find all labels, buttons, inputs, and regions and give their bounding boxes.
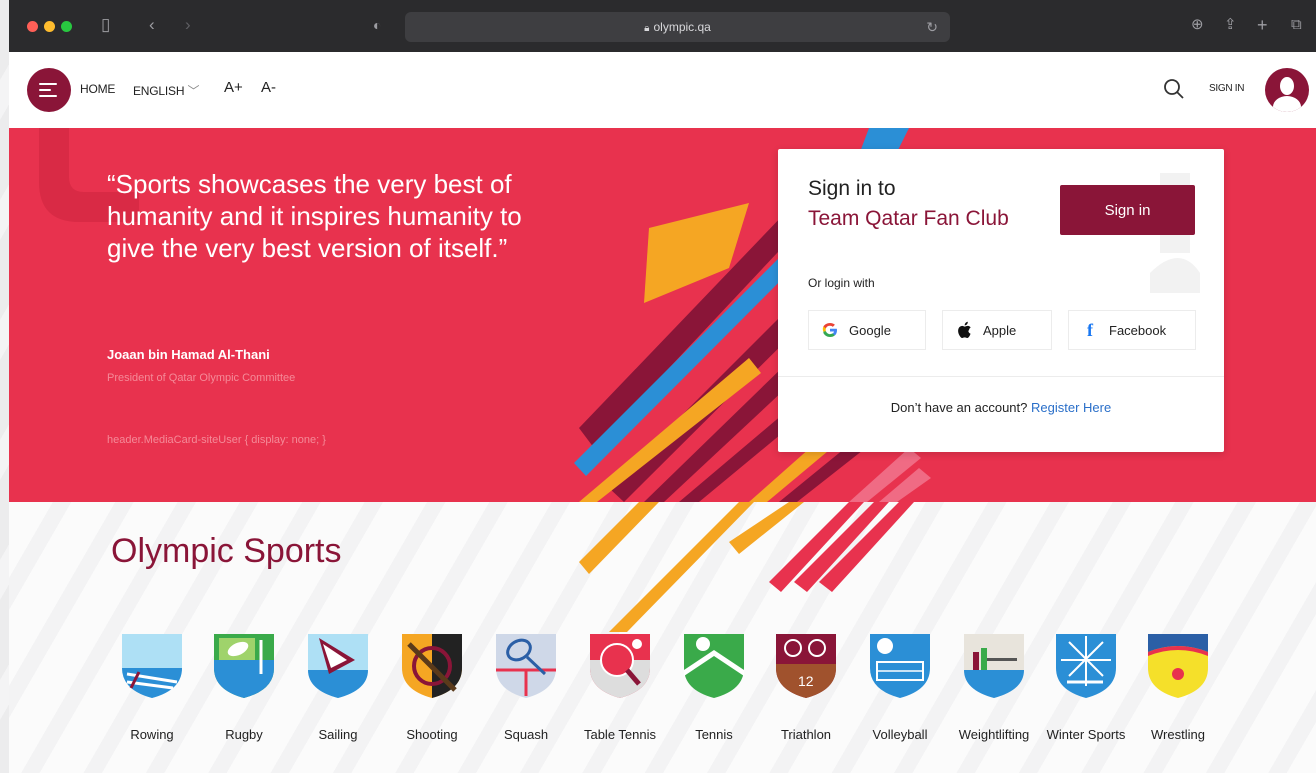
table-tennis-icon [590,634,650,698]
wrestling-icon [1148,634,1208,698]
sport-item-sailing[interactable]: Sailing [293,630,383,746]
sign-in-card: Sign in to Team Qatar Fan Club Sign in O… [778,149,1224,452]
sport-label: Volleyball [872,727,928,742]
triathlon-icon: 12 [776,634,836,698]
sport-label: Rugby [225,727,263,742]
no-account-text: Don’t have an account? [890,400,1028,415]
avatar[interactable] [1265,68,1309,112]
tennis-icon [684,634,744,698]
card-title-line1: Sign in to [808,177,896,200]
facebook-login-button[interactable]: f Facebook [1068,310,1196,350]
close-window-button[interactable] [27,21,38,32]
sport-item-tennis[interactable]: Tennis [669,630,759,746]
privacy-shield-icon[interactable]: ◐ [373,14,381,36]
facebook-label: Facebook [1109,322,1167,338]
winter-sports-icon [1056,634,1116,698]
register-prompt: Don’t have an account? Register Here [778,400,1224,415]
sport-item-shooting[interactable]: Shooting [387,630,477,746]
sport-item-table-tennis[interactable]: Table Tennis [575,630,665,746]
sport-label: Wrestling [1151,727,1205,742]
language-selector[interactable]: ENGLISH ﹀ [133,82,199,99]
sport-item-rugby[interactable]: Rugby [199,630,289,746]
sport-item-rowing[interactable]: Rowing [107,630,197,746]
sport-label: Rowing [130,727,174,742]
language-label: ENGLISH [133,84,185,98]
chevron-down-icon: ﹀ [187,84,200,98]
sport-item-winter-sports[interactable]: Winter Sports [1041,630,1131,746]
sport-item-squash[interactable]: Squash [481,630,571,746]
sport-item-weightlifting[interactable]: Weightlifting [949,630,1039,746]
author-title: President of Qatar Olympic Committee [107,372,296,384]
browser-toolbar: ▯ ‹ › ◐ 🔒︎ olympic.qa ↻ ⊕ ⇪ + ⧉ [9,0,1316,52]
browser-window: ▯ ‹ › ◐ 🔒︎ olympic.qa ↻ ⊕ ⇪ + ⧉ HOME ENGL… [9,0,1316,773]
menu-button[interactable] [27,68,71,112]
nav-home-link[interactable]: HOME [80,82,115,96]
hero-quote: “Sports showcases the very best of human… [107,169,522,263]
quote-author: Joaan bin Hamad Al-Thani [107,347,270,362]
font-increase-button[interactable]: A+ [224,79,243,96]
google-icon [821,321,839,339]
rugby-icon [214,634,274,698]
squash-icon [496,634,556,698]
sport-label: Squash [503,727,549,742]
facebook-icon: f [1087,319,1093,340]
svg-text:12: 12 [798,673,814,689]
card-divider [778,376,1224,377]
sport-label: Winter Sports [1046,727,1126,742]
new-tab-icon[interactable]: + [1257,14,1268,36]
sport-label: Shooting [406,727,458,742]
sport-item-wrestling[interactable]: Wrestling [1133,630,1223,746]
sport-item-triathlon[interactable]: 12 Triathlon [761,630,851,746]
sport-label: Sailing [318,727,358,742]
share-icon[interactable]: ⇪ [1224,14,1237,36]
forward-icon[interactable]: › [185,14,191,36]
back-icon[interactable]: ‹ [149,14,155,36]
olympic-sports-heading: Olympic Sports [111,532,342,570]
font-decrease-button[interactable]: A- [261,79,276,96]
url-text: olympic.qa [653,20,711,34]
site-header: HOME ENGLISH ﹀ A+ A- SIGN IN [9,52,1316,128]
apple-icon [955,321,973,339]
register-link[interactable]: Register Here [1031,400,1111,415]
weightlifting-icon [964,634,1024,698]
download-icon[interactable]: ⊕ [1191,14,1204,36]
shooting-icon [402,634,462,698]
sport-label: Triathlon [780,727,832,742]
menu-line [39,95,57,97]
hero-debug-text: header.MediaCard-siteUser { display: non… [107,434,326,446]
card-title-line2: Team Qatar Fan Club [808,207,1009,230]
menu-line [39,89,51,91]
sport-label: Weightlifting [958,727,1030,742]
menu-line [39,83,57,85]
or-login-label: Or login with [808,276,875,290]
reload-icon[interactable]: ↻ [926,12,938,42]
sport-label: Table Tennis [583,727,657,742]
sport-label: Tennis [695,727,733,742]
google-label: Google [849,322,891,338]
apple-label: Apple [983,322,1017,338]
zoom-window-button[interactable] [61,21,72,32]
lock-icon: 🔒︎ [644,23,650,34]
address-bar[interactable]: 🔒︎ olympic.qa ↻ [405,12,950,42]
sailing-icon [308,634,368,698]
sport-item-volleyball[interactable]: Volleyball [855,630,945,746]
tabs-overview-icon[interactable]: ⧉ [1291,14,1302,36]
apple-login-button[interactable]: Apple [942,310,1052,350]
sidebar-icon[interactable]: ▯ [101,14,110,36]
header-sign-in-link[interactable]: SIGN IN [1209,83,1244,94]
rowing-icon [122,634,182,698]
google-login-button[interactable]: Google [808,310,926,350]
search-icon[interactable] [1163,78,1185,100]
volleyball-icon [870,634,930,698]
hero-stripes-extension [579,502,914,632]
minimize-window-button[interactable] [44,21,55,32]
sign-in-button[interactable]: Sign in [1060,185,1195,235]
